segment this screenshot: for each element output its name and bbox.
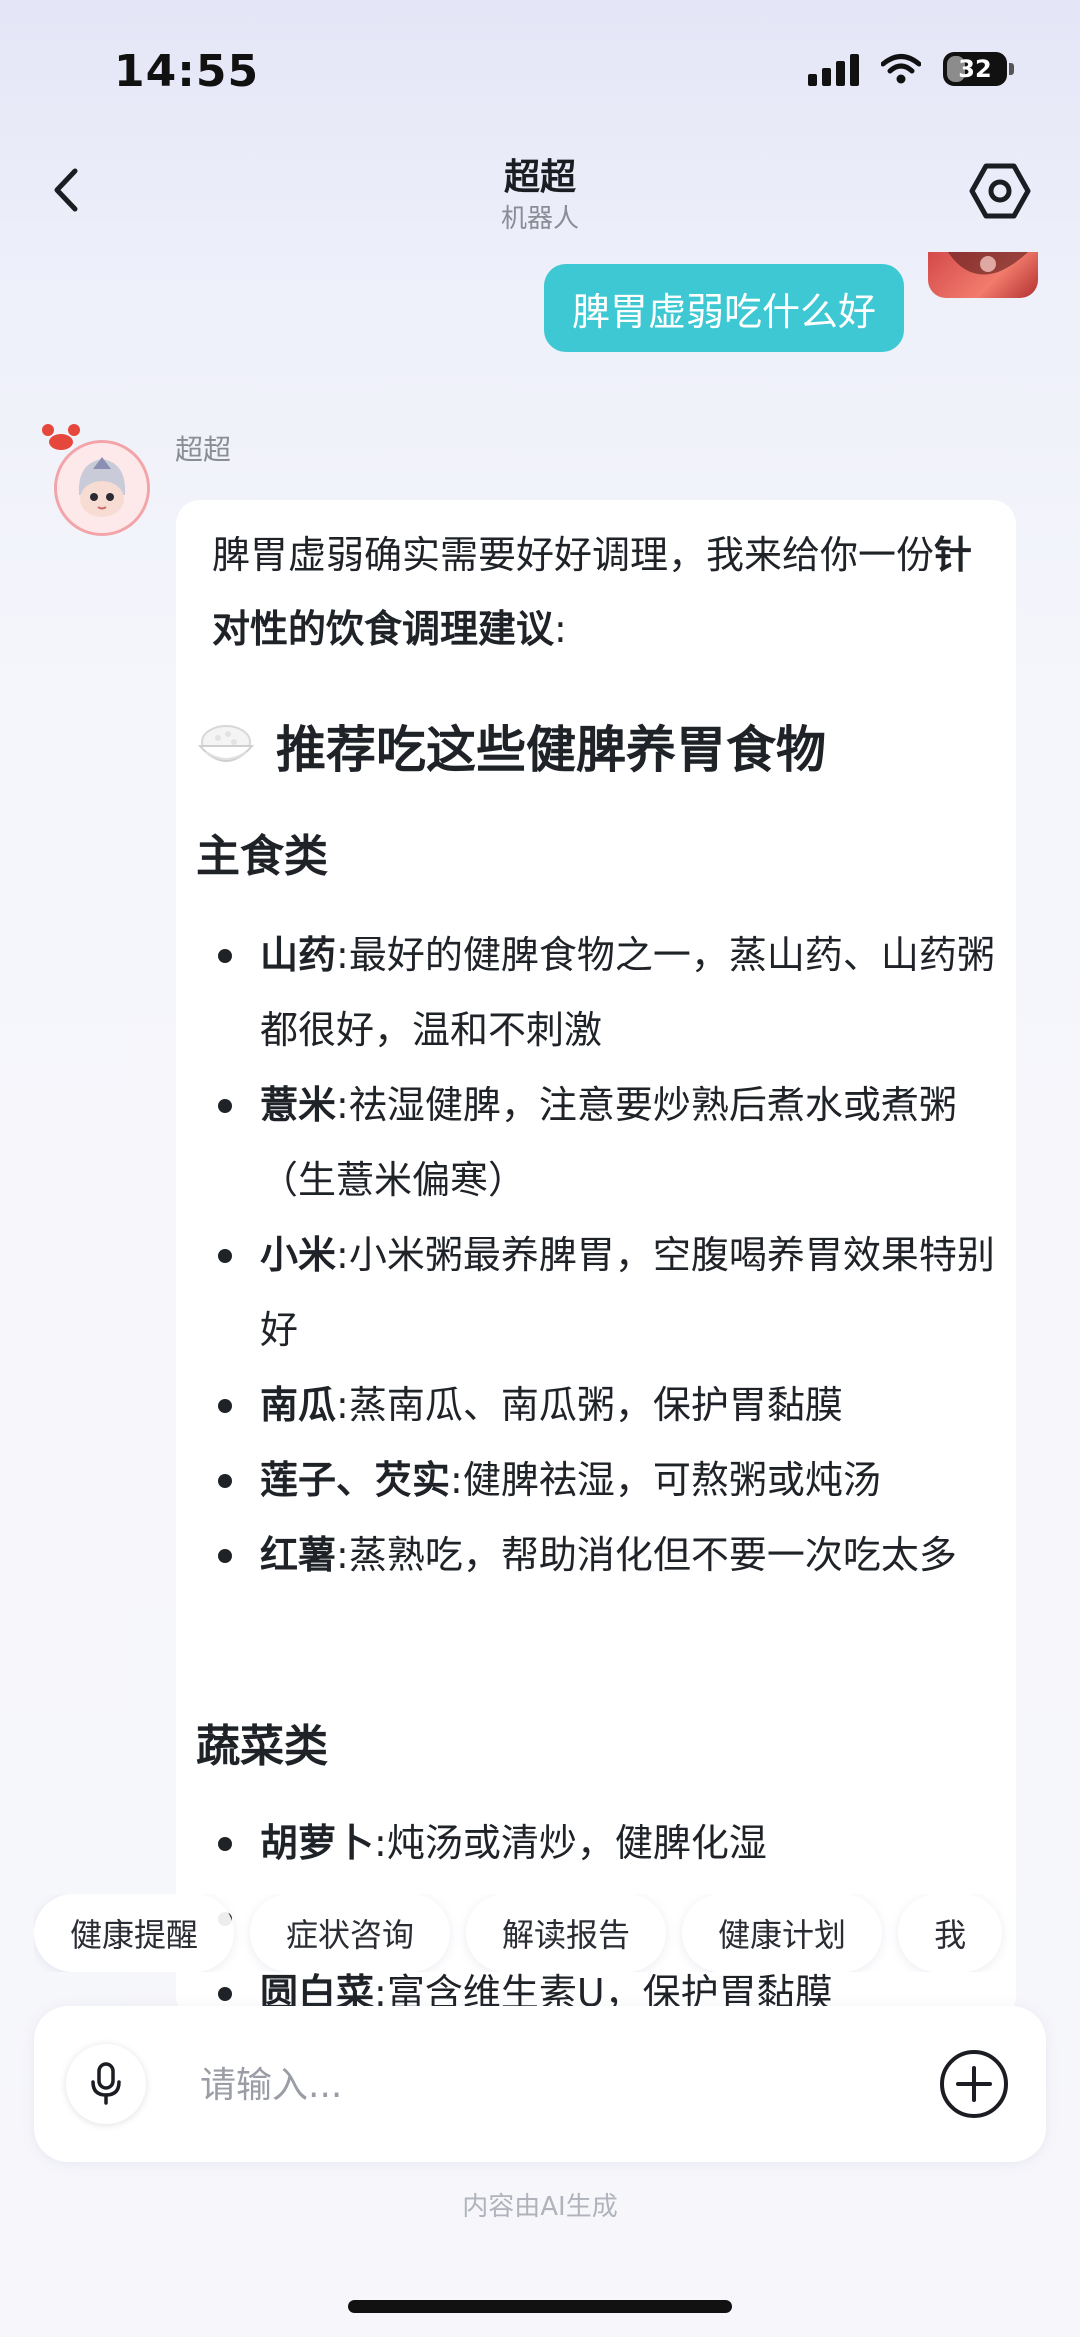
microphone-icon (91, 2062, 121, 2105)
hexagon-gear-icon (969, 163, 1031, 219)
settings-button[interactable] (965, 158, 1035, 224)
voice-input-button[interactable] (66, 2044, 146, 2124)
quick-action-row: 健康提醒 症状咨询 解读报告 健康计划 我 (34, 1894, 1080, 1972)
item-name: 南瓜 (260, 1383, 337, 1427)
battery-percentage: 32 (958, 55, 992, 83)
home-indicator[interactable] (348, 2300, 732, 2313)
add-attachment-button[interactable] (936, 2046, 1012, 2122)
chip-more[interactable]: 我 (898, 1894, 1003, 1972)
item-name: 薏米 (260, 1083, 337, 1127)
crab-icon (42, 424, 80, 450)
section-title-text: 推荐吃这些健脾养胃食物 (276, 721, 826, 779)
bot-avatar[interactable] (54, 440, 150, 536)
page-subtitle: 机器人 (500, 204, 579, 234)
chip-health-plan[interactable]: 健康计划 (682, 1894, 883, 1972)
item-name: 红薯 (260, 1533, 337, 1577)
page-title: 超超 (503, 157, 576, 198)
item-desc: :小米粥最养脾胃，空腹喝养胃效果特别好 (260, 1233, 995, 1352)
chip-health-reminder[interactable]: 健康提醒 (34, 1894, 235, 1972)
list-item: 薏米:祛湿健脾，注意要炒熟后煮水或煮粥（生薏米偏寒） (196, 1068, 996, 1218)
rice-bowl-icon (197, 725, 255, 762)
user-message-bubble: 脾胃虚弱吃什么好 (543, 264, 904, 352)
plus-circle-icon (940, 2050, 1008, 2118)
ai-disclaimer: 内容由AI生成 (462, 2192, 618, 2222)
section-title: 推荐吃这些健脾养胃食物 (196, 710, 826, 782)
list-item: 山药:最好的健脾食物之一，蒸山药、山药粥都很好，温和不刺激 (196, 918, 996, 1068)
list-item: 南瓜:蒸南瓜、南瓜粥，保护胃黏膜 (196, 1368, 996, 1443)
status-icons: 32 (808, 52, 1014, 86)
item-name: 莲子、芡实 (260, 1458, 451, 1502)
list-item: 小米:小米粥最养脾胃，空腹喝养胃效果特别好 (196, 1218, 996, 1368)
bot-name: 超超 (175, 433, 232, 466)
item-desc: :蒸熟吃，帮助消化但不要一次吃太多 (336, 1533, 957, 1577)
message-input[interactable] (198, 2048, 942, 2122)
item-desc: :炖汤或清炒，健脾化湿 (374, 1821, 767, 1865)
item-name: 山药 (260, 933, 337, 977)
chip-report-interpretation[interactable]: 解读报告 (466, 1894, 667, 1972)
wifi-icon (881, 54, 921, 84)
list-item: 胡萝卜:炖汤或清炒，健脾化湿 (196, 1806, 996, 1881)
battery-icon: 32 (943, 52, 1014, 86)
cellular-signal-icon (808, 52, 859, 86)
bot-message-card: 脾胃虚弱确实需要好好调理，我来给你一份针对性的饮食调理建议: 推荐吃这些健脾养胃… (176, 500, 1016, 2020)
subsection-title-staples: 主食类 (196, 831, 328, 882)
list-item: 红薯:蒸熟吃，帮助消化但不要一次吃太多 (196, 1518, 996, 1593)
item-name: 小米 (260, 1233, 337, 1277)
item-desc: :最好的健脾食物之一，蒸山药、山药粥都很好，温和不刺激 (260, 933, 995, 1052)
intro-prefix: 脾胃虚弱确实需要好好调理，我来给你一份 (212, 533, 935, 577)
input-bar (34, 2006, 1046, 2162)
item-desc: :祛湿健脾，注意要炒熟后煮水或煮粥（生薏米偏寒） (260, 1083, 957, 1202)
intro-suffix: : (554, 607, 567, 651)
item-name: 胡萝卜 (260, 1821, 375, 1865)
user-avatar[interactable] (928, 252, 1038, 298)
item-desc: :蒸南瓜、南瓜粥，保护胃黏膜 (336, 1383, 843, 1427)
staples-list: 山药:最好的健脾食物之一，蒸山药、山药粥都很好，温和不刺激 薏米:祛湿健脾，注意… (196, 918, 996, 1593)
status-time: 14:55 (114, 46, 260, 97)
user-message-text: 脾胃虚弱吃什么好 (571, 289, 876, 334)
bot-intro-text: 脾胃虚弱确实需要好好调理，我来给你一份针对性的饮食调理建议: (212, 518, 992, 666)
subsection-title-vegetables: 蔬菜类 (196, 1721, 328, 1772)
chip-symptom-consult[interactable]: 症状咨询 (250, 1894, 451, 1972)
list-item: 莲子、芡实:健脾祛湿，可熬粥或炖汤 (196, 1443, 996, 1518)
item-desc: :健脾祛湿，可熬粥或炖汤 (450, 1458, 881, 1502)
